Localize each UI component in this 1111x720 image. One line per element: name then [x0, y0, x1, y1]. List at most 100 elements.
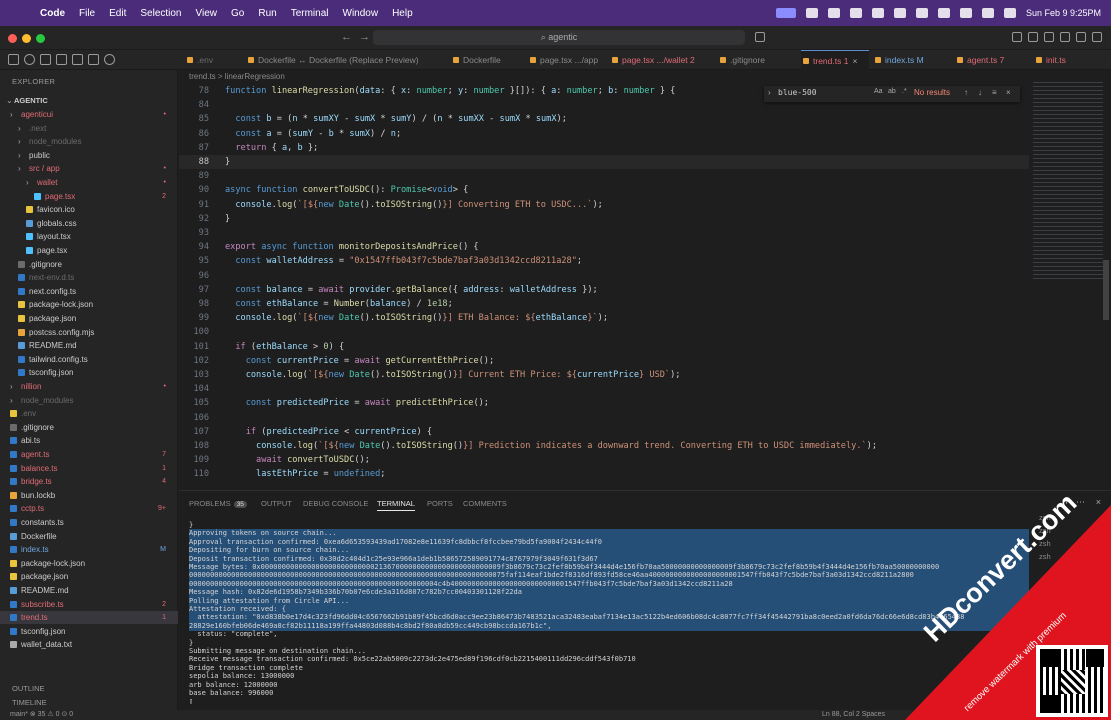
editor-tab[interactable]: Dockerfile ↔ Dockerfile (Replace Preview… — [246, 50, 446, 70]
code-line[interactable]: 106 — [179, 411, 1029, 425]
tree-file[interactable]: .gitignore — [0, 258, 178, 271]
code-line[interactable]: 102 const currentPrice = await getCurren… — [179, 354, 1029, 368]
status-left[interactable]: main* ⊗ 35 ⚠ 0 ⊙ 0 — [10, 710, 73, 720]
tree-file[interactable]: Dockerfile — [0, 530, 178, 543]
tree-folder[interactable]: › nillion • — [0, 380, 178, 393]
tree-file[interactable]: agent.ts 7 — [0, 448, 178, 461]
code-line[interactable]: 109 await convertToUSDC(); — [179, 453, 1029, 467]
command-center-search[interactable]: ⌕ agentic — [373, 30, 745, 45]
menu-item-view[interactable]: View — [196, 8, 218, 19]
tree-file[interactable]: bridge.ts 4 — [0, 475, 178, 488]
tree-file[interactable]: next.config.ts — [0, 285, 178, 298]
app-tray-icon[interactable] — [893, 8, 906, 18]
editor-tab[interactable]: page.tsx .../wallet 2 — [610, 50, 714, 70]
wifi-icon[interactable] — [937, 8, 950, 18]
tree-file[interactable]: abi.ts — [0, 434, 178, 447]
app-tray-icon[interactable] — [849, 8, 862, 18]
spotlight-icon[interactable] — [959, 8, 972, 18]
code-editor[interactable]: trend.ts > linearRegression › blue-500 A… — [179, 70, 1111, 490]
tree-file[interactable]: layout.tsx — [0, 230, 178, 243]
tree-file[interactable]: globals.css — [0, 217, 178, 230]
tree-folder[interactable]: › src / app • — [0, 162, 178, 175]
code-line[interactable]: 93 — [179, 226, 1029, 240]
tree-file[interactable]: subscribe.ts 2 — [0, 598, 178, 611]
tree-file[interactable]: wallet_data.txt — [0, 638, 178, 651]
toggle-secondary-sidebar-icon[interactable] — [1092, 32, 1102, 42]
code-line[interactable]: 89 — [179, 169, 1029, 183]
menu-app-name[interactable]: Code — [40, 8, 65, 19]
menu-item-selection[interactable]: Selection — [140, 8, 181, 19]
cursor-position[interactable]: Ln 88, Col 2 Spaces — [822, 710, 885, 720]
close-tab-icon[interactable]: × — [852, 56, 857, 66]
tree-folder[interactable]: › wallet • — [0, 176, 178, 189]
code-line[interactable]: 86 const a = (sumY - b * sumX) / n; — [179, 127, 1029, 141]
account-icon[interactable] — [1012, 32, 1022, 42]
settings-gear-icon[interactable] — [1028, 32, 1038, 42]
editor-tab[interactable]: Dockerfile — [451, 50, 523, 70]
tree-file[interactable]: .gitignore — [0, 421, 178, 434]
code-line[interactable]: 108 console.log(`[${new Date().toISOStri… — [179, 439, 1029, 453]
code-line[interactable]: 90 async function convertToUSDC(): Promis… — [179, 183, 1029, 197]
control-center-icon[interactable] — [981, 8, 994, 18]
code-line[interactable]: 98 const ethBalance = Number(balance) / … — [179, 297, 1029, 311]
tree-file[interactable]: page.tsx 2 — [0, 190, 178, 203]
code-line[interactable]: 88} — [179, 155, 1029, 169]
editor-tab[interactable]: agent.ts 7 — [955, 50, 1029, 70]
code-line[interactable]: 78 function linearRegression(data: { x: n… — [179, 84, 1029, 98]
code-line[interactable]: 99 console.log(`[${new Date().toISOStrin… — [179, 311, 1029, 325]
battery-icon[interactable] — [915, 8, 928, 18]
code-line[interactable]: 100 — [179, 325, 1029, 339]
tree-file[interactable]: favicon.ico — [0, 203, 178, 216]
toggle-sidebar-icon[interactable] — [1060, 32, 1070, 42]
app-tray-icon[interactable] — [871, 8, 884, 18]
editor-tab[interactable]: .gitignore — [718, 50, 796, 70]
menu-item-terminal[interactable]: Terminal — [291, 8, 329, 19]
tree-file[interactable]: constants.ts — [0, 516, 178, 529]
code-line[interactable]: 107 if (predictedPrice < currentPrice) { — [179, 425, 1029, 439]
editor-tab[interactable]: page.tsx .../app — [528, 50, 606, 70]
editor-tab[interactable]: .env — [185, 50, 241, 70]
layout-icon[interactable] — [1044, 32, 1054, 42]
minimap[interactable] — [1033, 82, 1103, 282]
source-control-icon[interactable] — [40, 54, 51, 65]
menubar-clock[interactable]: Sun Feb 9 9:25PM — [1026, 8, 1101, 18]
tree-file[interactable]: .env — [0, 407, 178, 420]
back-arrow-icon[interactable]: ← — [341, 31, 352, 43]
menu-item-go[interactable]: Go — [231, 8, 244, 19]
panel-tab-problems[interactable]: PROBLEMS 35 — [189, 499, 247, 508]
tree-file[interactable]: tsconfig.json — [0, 625, 178, 638]
timeline-section[interactable]: TIMELINE — [12, 698, 47, 707]
app-tray-icon[interactable] — [805, 8, 818, 18]
panel-tab-debug-console[interactable]: DEBUG CONSOLE — [303, 499, 368, 508]
tree-folder[interactable]: › agenticui • — [0, 108, 178, 121]
tree-folder[interactable]: › .next — [0, 122, 178, 135]
code-line[interactable]: 110 lastEthPrice = undefined; — [179, 467, 1029, 481]
accounts-icon[interactable] — [104, 54, 115, 65]
tree-folder[interactable]: › node_modules — [0, 135, 178, 148]
code-line[interactable]: 95 const walletAddress = "0x1547ffb043f7… — [179, 254, 1029, 268]
copilot-icon[interactable] — [755, 32, 765, 42]
menu-item-run[interactable]: Run — [258, 8, 276, 19]
editor-tab[interactable]: trend.ts 1 × — [801, 50, 869, 70]
code-line[interactable]: 85 const b = (n * sumXY - sumX * sumY) /… — [179, 112, 1029, 126]
remote-icon[interactable] — [88, 54, 99, 65]
code-line[interactable]: 105 const predictedPrice = await predict… — [179, 396, 1029, 410]
input-source-icon[interactable] — [775, 8, 796, 18]
tree-file[interactable]: tsconfig.json — [0, 366, 178, 379]
explorer-icon[interactable] — [8, 54, 19, 65]
tree-file[interactable]: package.json — [0, 570, 178, 583]
search-icon[interactable] — [24, 54, 35, 65]
code-line[interactable]: 96 — [179, 269, 1029, 283]
outline-section[interactable]: OUTLINE — [12, 684, 45, 693]
editor-tab[interactable]: init.ts — [1034, 50, 1086, 70]
menu-item-help[interactable]: Help — [392, 8, 413, 19]
zoom-window-button[interactable] — [36, 34, 45, 43]
code-line[interactable]: 87 return { a, b }; — [179, 141, 1029, 155]
tree-file[interactable]: index.ts M — [0, 543, 178, 556]
tree-file[interactable]: page.tsx — [0, 244, 178, 257]
tree-file[interactable]: package-lock.json — [0, 298, 178, 311]
tree-file[interactable]: package-lock.json — [0, 557, 178, 570]
breadcrumb[interactable]: trend.ts > linearRegression — [189, 72, 285, 81]
minimize-window-button[interactable] — [22, 34, 31, 43]
tree-folder[interactable]: › public — [0, 149, 178, 162]
